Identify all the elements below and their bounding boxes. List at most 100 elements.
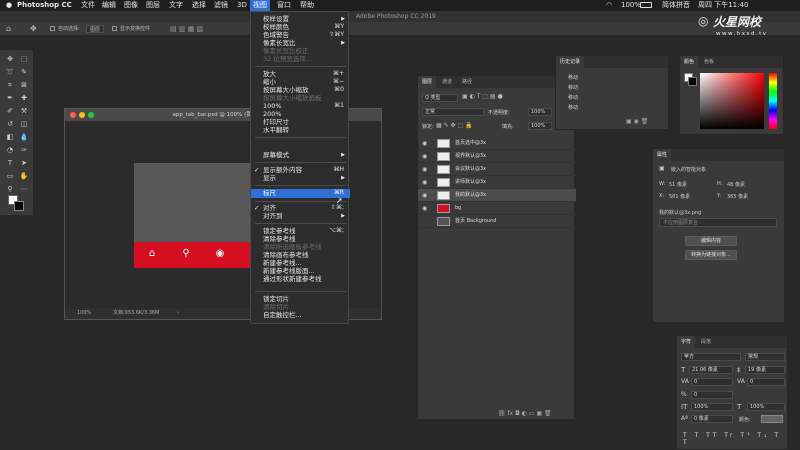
horizontal-scale-field[interactable]: 100% [747,403,785,411]
menu-item-clear-guides[interactable]: 清除参考线 [251,235,350,243]
tab-layers[interactable]: 图层 [418,76,437,88]
move-tool-icon[interactable]: ✥ [30,22,37,36]
brush-tool-icon[interactable]: ✐ [5,106,15,116]
menu-type[interactable]: 文字 [169,0,183,11]
menu-item-lock-guides[interactable]: 锁定参考线 ⌥⌘; [251,227,350,235]
menu-window[interactable]: 窗口 [277,0,291,11]
tab-character[interactable]: 字符 [677,336,696,348]
tab-swatches[interactable]: 色板 [700,56,718,68]
convert-to-linked-button[interactable]: 转换为链接对象... [685,250,737,260]
battery-icon[interactable] [640,2,652,8]
layer-row[interactable]: ◉ 会议默认@3x [418,163,576,176]
zoom-level[interactable]: 100% [77,308,91,319]
layer-row-selected[interactable]: ◉ 我的默认@3x [418,189,576,202]
quick-select-icon[interactable]: ✎ [19,67,29,77]
more-tools-icon[interactable]: ⋯ [19,184,29,194]
menu-item-clear-canvas-guides[interactable]: 清除画布参考线 [251,251,350,259]
kerning-field[interactable]: 0 [691,378,733,386]
crop-tool-icon[interactable]: ⌗ [5,80,15,90]
hue-slider[interactable] [769,73,777,129]
menu-filter[interactable]: 滤镜 [214,0,228,11]
layer-row[interactable]: ◉ 首页选中@3x [418,137,576,150]
eye-icon[interactable]: ◉ [422,137,427,150]
type-tool-icon[interactable]: T [5,158,15,168]
document-size-info[interactable]: 文档:953.6K/3.36M [113,308,159,319]
font-family-dropdown[interactable]: 苹方 [681,353,741,361]
menubar-clock[interactable]: 周四 下午11:40 [698,0,748,11]
w-value[interactable]: 51 像素 [669,181,687,188]
layer-filter-icons[interactable]: ▣ ◐ T ⬚ ▤ ● [462,93,503,100]
status-arrow-icon[interactable]: › [177,308,179,319]
tracking-field[interactable]: 0 [747,378,785,386]
layer-row[interactable]: ◉ 视界默认@3x [418,150,576,163]
menu-item-flip-horizontal[interactable]: 水平翻转 [251,126,350,134]
close-window-button[interactable] [70,112,76,118]
history-state[interactable]: 移动 [568,104,578,111]
menu-item-new-guide[interactable]: 新建参考线... [251,259,350,267]
lasso-tool-icon[interactable]: ➰ [5,67,15,77]
hand-tool-icon[interactable]: ✋ [19,171,29,181]
leading-field[interactable]: 19 像素 [745,366,785,374]
move-tool-icon[interactable]: ✥ [5,54,15,64]
healing-brush-icon[interactable]: ✚ [19,93,29,103]
eye-icon[interactable]: ◉ [422,176,427,189]
tab-properties[interactable]: 属性 [653,149,672,161]
tab-history[interactable]: 历史记录 [556,56,585,68]
menu-item-proof-colors[interactable]: 校样颜色 ⌘Y [251,23,350,31]
menu-file[interactable]: 文件 [81,0,95,11]
history-state[interactable]: 移动 [568,74,578,81]
menu-edit[interactable]: 编辑 [102,0,116,11]
eye-icon[interactable]: ◉ [422,163,427,176]
menu-item-snap[interactable]: ✓ 对齐 ⇧⌘; [251,204,350,212]
text-style-buttons[interactable]: T T TT Tr T¹ T₁ T T [683,432,787,446]
path-select-icon[interactable]: ➤ [19,158,29,168]
eyedropper-icon[interactable]: ✒ [5,93,15,103]
opacity-field[interactable]: 100% [528,108,552,116]
zoom-window-button[interactable] [88,112,94,118]
menu-item-customize-touch-bar[interactable]: 自定触控栏... [251,311,350,319]
tab-paragraph[interactable]: 段落 [697,336,715,348]
text-color-swatch[interactable] [761,415,783,423]
menu-item-100-percent[interactable]: 100% ⌘1 [251,102,350,110]
zoom-tool-icon[interactable]: ⚲ [5,184,15,194]
bg-color-swatch[interactable] [688,77,697,86]
menu-item-extras[interactable]: ✓ 显示额外内容 ⌘H [251,166,350,174]
menu-item-zoom-in[interactable]: 放大 ⌘+ [251,70,350,78]
eye-icon[interactable]: ◉ [422,150,427,163]
background-color-swatch[interactable] [14,201,24,211]
input-method[interactable]: 简体拼音 [662,0,690,11]
tab-paths[interactable]: 路径 [458,76,476,88]
menu-image[interactable]: 图像 [124,0,138,11]
menu-item-gamut-warning[interactable]: 色域警告 ⇧⌘Y [251,31,350,39]
tab-color[interactable]: 颜色 [680,56,699,68]
history-brush-icon[interactable]: ↺ [5,119,15,129]
eye-icon[interactable]: ◉ [422,202,427,215]
menu-item-pixel-aspect[interactable]: 像素长宽比 ▶ [251,39,350,47]
h-value[interactable]: 48 像素 [727,181,745,188]
menu-item-200-percent[interactable]: 200% [251,110,350,118]
menu-item-lock-slices[interactable]: 锁定切片 [251,295,350,303]
menu-item-print-size[interactable]: 打印尺寸 [251,118,350,126]
menu-item-screen-mode[interactable]: 屏幕模式 ▶ [251,151,350,159]
menu-select[interactable]: 选择 [192,0,206,11]
wifi-icon[interactable]: ◠ [606,0,612,11]
menu-item-zoom-out[interactable]: 缩小 ⌘− [251,78,350,86]
menu-item-snap-to[interactable]: 对齐到 ▶ [251,212,350,220]
baseline-field[interactable]: 0 像素 [691,415,733,423]
shape-tool-icon[interactable]: ▭ [5,171,15,181]
auto-select-dropdown[interactable]: 图层 [86,25,105,33]
marquee-tool-icon[interactable]: ⬚ [19,54,29,64]
eraser-tool-icon[interactable]: ◫ [19,119,29,129]
menu-view[interactable]: 视图 [250,0,270,11]
fill-field[interactable]: 100% [528,122,552,130]
vertical-scale-field[interactable]: 100% [691,403,733,411]
layer-row[interactable]: ◉ bg [418,202,576,215]
menu-help[interactable]: 帮助 [300,0,314,11]
history-state[interactable]: 移动 [568,84,578,91]
x-value[interactable]: 581 像素 [669,193,690,200]
auto-select-checkbox[interactable] [50,26,55,31]
menu-item-proof-setup[interactable]: 校样设置 ▶ [251,15,350,23]
menu-item-new-guide-layout[interactable]: 新建参考线版面... [251,267,350,275]
pen-tool-icon[interactable]: ✑ [19,145,29,155]
layer-comps-dropdown[interactable]: 不应用图层复合 [659,218,777,227]
